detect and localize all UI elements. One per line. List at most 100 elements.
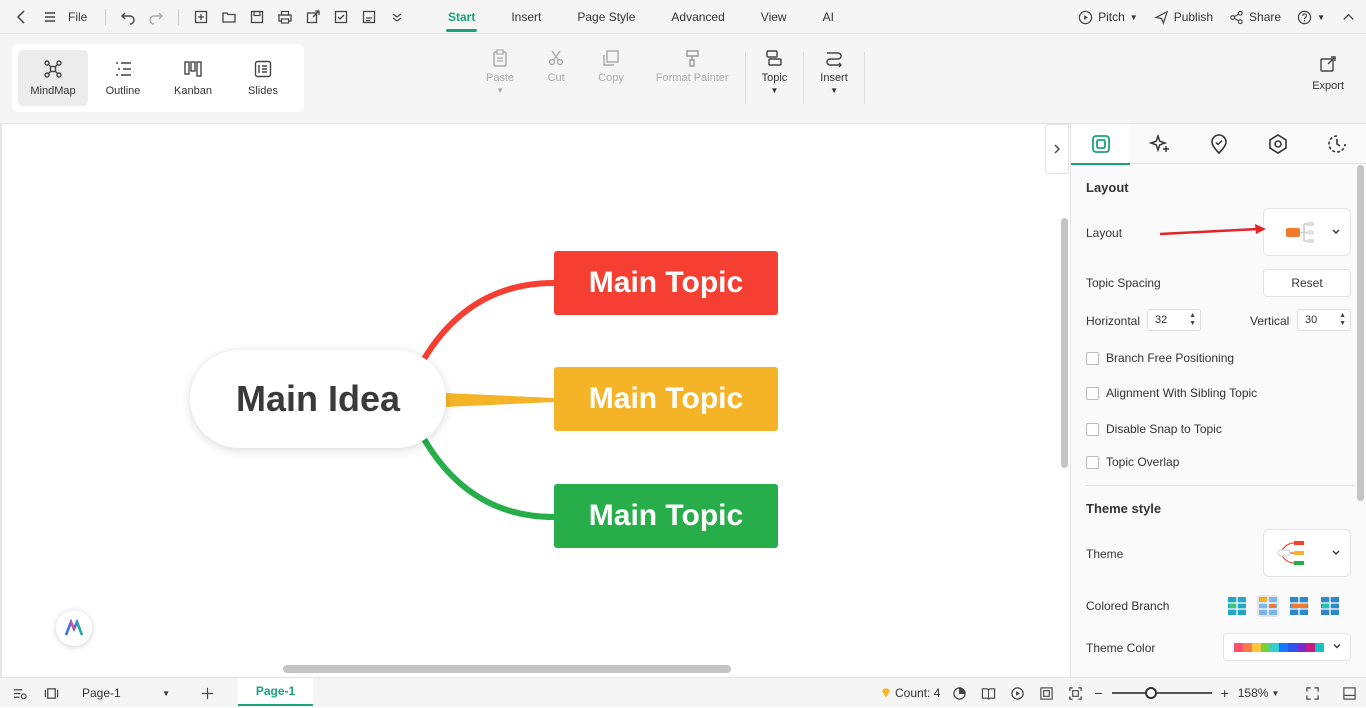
format-painter-button[interactable]: Format Painter [640, 48, 745, 84]
add-page-icon[interactable] [197, 683, 217, 703]
export-share-icon[interactable] [301, 5, 325, 29]
central-topic[interactable]: Main Idea [190, 350, 446, 448]
ai-assistant-button[interactable] [56, 610, 92, 646]
insert-label: Insert [820, 72, 848, 84]
theme-color-select[interactable] [1223, 633, 1351, 661]
panel-scrollbar[interactable] [1357, 165, 1364, 501]
tab-ai[interactable]: AI [805, 0, 852, 34]
ribbon: MindMap Outline Kanban Slides Paste ▼ Cu… [0, 34, 1366, 124]
insert-button[interactable]: Insert ▼ [804, 48, 864, 95]
more-dropdown-icon[interactable] [385, 5, 409, 29]
zoom-in-button[interactable]: + [1221, 685, 1229, 701]
hamburger-menu-icon[interactable] [38, 5, 62, 29]
new-file-icon[interactable] [189, 5, 213, 29]
zoom-slider[interactable] [1111, 687, 1212, 699]
topic-button[interactable]: Topic ▼ [746, 48, 804, 95]
tab-advanced[interactable]: Advanced [653, 0, 742, 34]
topic-overlap-checkbox[interactable]: Topic Overlap [1086, 455, 1179, 469]
main-topic-node[interactable]: Main Topic [554, 251, 778, 315]
caret-down-icon: ▼ [1129, 12, 1138, 22]
ai-sparkle-icon [1148, 133, 1169, 153]
main-topic-node[interactable]: Main Topic [554, 484, 778, 548]
page-dropdown[interactable]: Page-1 ▼ [82, 683, 174, 703]
export-button[interactable]: Export [1312, 54, 1344, 92]
paste-button[interactable]: Paste ▼ [470, 48, 530, 95]
share-label: Share [1249, 10, 1282, 24]
quick-toolbar: File [0, 5, 409, 29]
file-menu[interactable]: File [68, 10, 87, 24]
format-painter-label: Format Painter [655, 72, 729, 84]
topic-icon [766, 50, 783, 66]
tab-ai-features[interactable] [1130, 124, 1189, 164]
sidebar-toggle-icon[interactable] [9, 683, 29, 703]
tab-view[interactable]: View [743, 0, 805, 34]
fit-frame-icon[interactable] [1036, 683, 1056, 703]
horizontal-value: 32 [1155, 314, 1168, 326]
status-right: Count: 4 − + 158% ▼ [880, 678, 1359, 708]
page-panel-icon[interactable] [41, 683, 61, 703]
tab-insert[interactable]: Insert [493, 0, 559, 34]
canvas-horizontal-scrollbar[interactable] [283, 665, 731, 673]
fullscreen-icon[interactable] [1302, 683, 1322, 703]
back-icon[interactable] [10, 5, 34, 29]
cut-button[interactable]: Cut [530, 48, 582, 84]
view-slides-label: Slides [248, 85, 278, 97]
play-icon[interactable] [1007, 683, 1027, 703]
tab-history[interactable] [1307, 124, 1366, 164]
zoom-out-button[interactable]: − [1094, 685, 1102, 701]
view-slides[interactable]: Slides [228, 50, 298, 106]
share-button[interactable]: Share [1229, 10, 1281, 25]
panel-collapse-button[interactable] [1045, 124, 1069, 174]
tab-marks[interactable] [1189, 124, 1248, 164]
minimize-panel-icon[interactable] [1339, 683, 1359, 703]
view-outline[interactable]: Outline [88, 50, 158, 106]
pitch-button[interactable]: Pitch ▼ [1078, 10, 1138, 25]
theme-label: Theme [1086, 547, 1124, 561]
checkbox-box [1086, 455, 1099, 469]
canvas-vertical-scrollbar[interactable] [1061, 218, 1068, 468]
undo-icon[interactable] [116, 5, 140, 29]
redo-icon[interactable] [144, 5, 168, 29]
colored-branch-options [1226, 595, 1341, 617]
book-view-icon[interactable] [978, 683, 998, 703]
gem-icon [882, 688, 890, 698]
layout-select[interactable] [1263, 208, 1351, 256]
vertical-label: Vertical [1250, 314, 1290, 328]
branch-style-option[interactable] [1319, 595, 1341, 617]
vertical-spacing-input[interactable]: 30 ▲ ▼ [1297, 309, 1351, 331]
mindmap-canvas[interactable] [0, 124, 1070, 677]
zoom-slider-knob[interactable] [1144, 687, 1157, 699]
disable-snap-checkbox[interactable]: Disable Snap to Topic [1086, 422, 1222, 436]
view-kanban[interactable]: Kanban [158, 50, 228, 106]
copy-button[interactable]: Copy [582, 48, 640, 84]
alignment-sibling-checkbox[interactable]: Alignment With Sibling Topic [1086, 386, 1257, 400]
checkbox-task-icon[interactable] [329, 5, 353, 29]
save-icon[interactable] [245, 5, 269, 29]
branch-style-option[interactable] [1257, 595, 1279, 617]
page-tab-active[interactable]: Page-1 [238, 678, 313, 706]
save-as-icon[interactable] [357, 5, 381, 29]
view-mindmap[interactable]: MindMap [18, 50, 88, 106]
zoom-level[interactable]: 158% ▼ [1238, 686, 1280, 700]
help-button[interactable]: ▼ [1297, 10, 1325, 25]
branch-style-option[interactable] [1226, 595, 1248, 617]
main-topic-node[interactable]: Main Topic [554, 367, 778, 431]
print-icon[interactable] [273, 5, 297, 29]
open-folder-icon[interactable] [217, 5, 241, 29]
tab-page-style[interactable]: Page Style [559, 0, 653, 34]
branch-free-positioning-checkbox[interactable]: Branch Free Positioning [1086, 351, 1234, 365]
tab-theme[interactable] [1248, 124, 1307, 164]
publish-button[interactable]: Publish [1153, 10, 1213, 25]
horizontal-spacing-input[interactable]: 32 ▲ ▼ [1147, 309, 1201, 331]
collapse-ribbon-button[interactable] [1341, 10, 1356, 25]
theme-select[interactable] [1263, 529, 1351, 577]
reset-button[interactable]: Reset [1263, 269, 1351, 297]
tab-format[interactable] [1071, 124, 1130, 165]
pie-chart-icon[interactable] [949, 683, 969, 703]
clock-icon [1327, 135, 1346, 153]
status-bar: Page-1 ▼ Page-1 Count: 4 − + 158% ▼ [0, 677, 1366, 707]
tab-start[interactable]: Start [430, 0, 493, 34]
theme-color-swatches [1234, 642, 1324, 652]
fit-screen-icon[interactable] [1065, 683, 1085, 703]
branch-style-option[interactable] [1288, 595, 1310, 617]
